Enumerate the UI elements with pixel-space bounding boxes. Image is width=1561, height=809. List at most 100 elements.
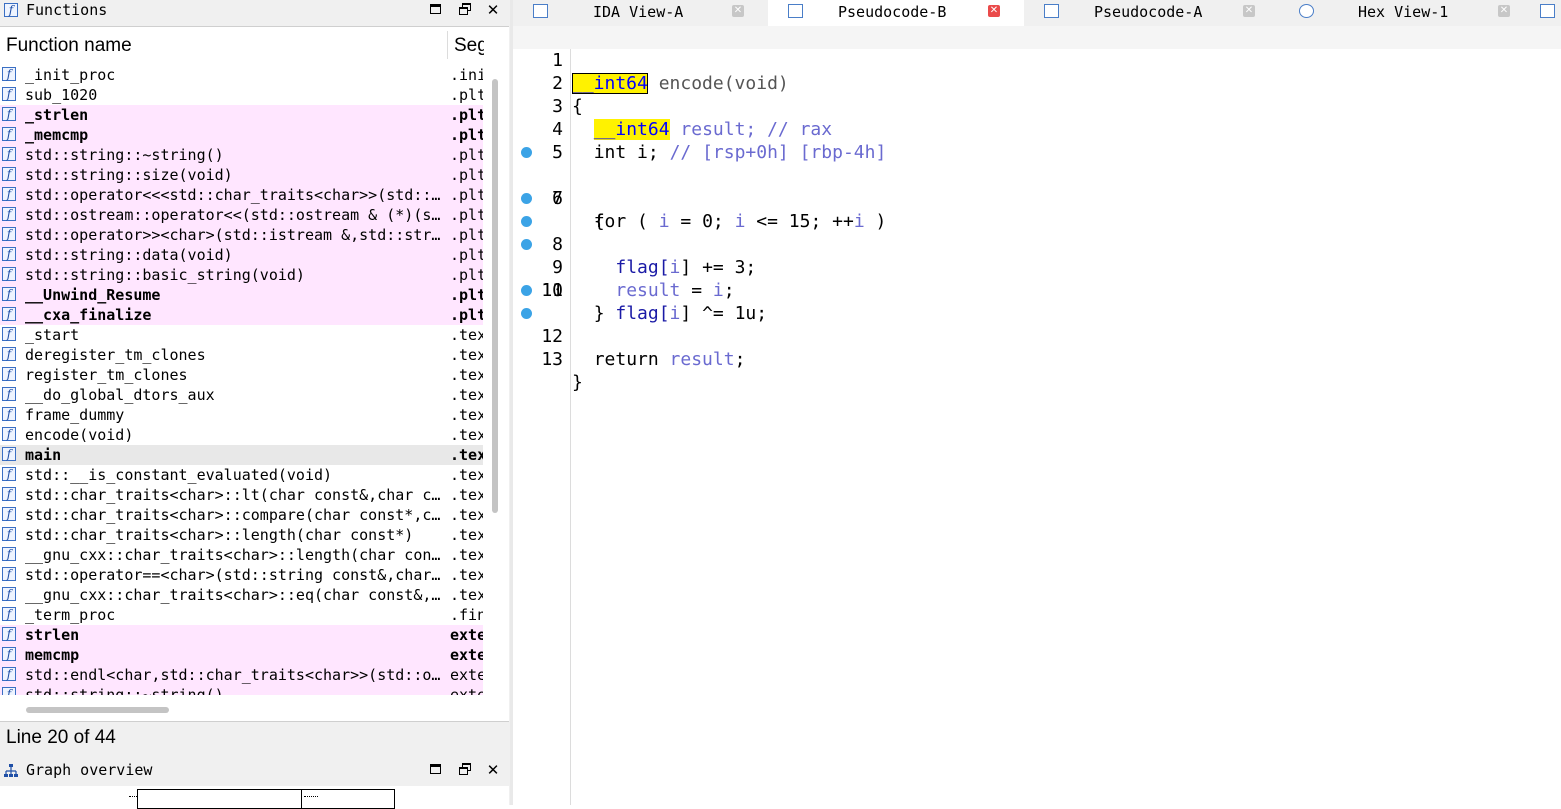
pseudocode-icon — [1044, 4, 1059, 18]
tab-hex-view-1[interactable]: Hex View-1 ✕ — [1279, 0, 1534, 26]
function-segment: .text — [450, 566, 483, 584]
code-line[interactable]: 11 } — [513, 256, 1561, 324]
code-line[interactable]: 3 __int64 result; // rax — [513, 72, 1561, 140]
function-row[interactable]: f _start .text — [0, 325, 483, 345]
function-row[interactable]: f std::char_traits<char>::lt(char const&,… — [0, 485, 483, 505]
line-number: 13 — [541, 349, 563, 370]
function-icon: f — [2, 687, 16, 695]
function-icon: f — [2, 207, 16, 221]
function-row[interactable]: f __do_global_dtors_aux .text — [0, 385, 483, 405]
function-row[interactable]: f __gnu_cxx::char_traits<char>::length(ch… — [0, 545, 483, 565]
code-line[interactable]: 7 { — [513, 164, 1561, 232]
tab-close-icon[interactable]: ✕ — [988, 5, 1000, 17]
breakpoint-dot[interactable] — [521, 193, 532, 204]
function-row[interactable]: f __cxa_finalize .plt — [0, 305, 483, 325]
function-row[interactable]: f std::string::~string() extern — [0, 685, 483, 695]
column-divider[interactable] — [447, 31, 448, 59]
code-line[interactable]: 1 __int64 encode(void) — [513, 26, 1561, 94]
close-button[interactable]: ✕ — [484, 1, 502, 19]
function-row[interactable]: f _init_proc .init — [0, 65, 483, 85]
function-segment: .plt — [450, 86, 483, 104]
tab-pseudocode-b[interactable]: Pseudocode-B ✕ — [768, 0, 1024, 26]
function-segment: .text — [450, 366, 483, 384]
function-icon: f — [2, 387, 16, 401]
function-row[interactable]: fmain .text — [0, 445, 483, 465]
function-row[interactable]: f std::ostream::operator<<(std::ostream &… — [0, 205, 483, 225]
function-row[interactable]: f sub_1020 .plt — [0, 85, 483, 105]
breakpoint-dot[interactable] — [521, 285, 532, 296]
tab-close-icon[interactable]: ✕ — [1243, 5, 1255, 17]
breakpoint-dot[interactable] — [521, 308, 532, 319]
function-name: main — [25, 446, 62, 464]
function-row[interactable]: f std::__is_constant_evaluated(void) .text — [0, 465, 483, 485]
tab-overflow[interactable] — [1534, 0, 1561, 26]
code-line[interactable]: 6 for ( i = 0; i <= 15; ++i ) — [513, 141, 1561, 232]
function-row[interactable]: f register_tm_clones .text — [0, 365, 483, 385]
maximize-button[interactable] — [427, 1, 445, 19]
function-icon: f — [2, 427, 16, 441]
code-line[interactable]: 5 — [513, 118, 1561, 163]
code-line[interactable]: 13 } — [513, 302, 1561, 393]
function-segment: .text — [450, 486, 483, 504]
horizontal-scrollbar[interactable] — [26, 707, 169, 713]
graph-maximize-button[interactable] — [427, 761, 445, 779]
function-row[interactable]: f std::operator==<char>(std::string const… — [0, 565, 483, 585]
function-row[interactable]: f _term_proc .fini — [0, 605, 483, 625]
graph-overview-title-bar[interactable]: Graph overview ✕ — [0, 760, 510, 782]
function-name: std::string::data(void) — [25, 246, 233, 264]
function-icon: f — [2, 67, 16, 81]
graph-overview-canvas[interactable] — [0, 786, 509, 809]
close-icon: ✕ — [486, 761, 500, 779]
function-icon: f — [2, 447, 16, 461]
function-row[interactable]: f std::string::basic_string(void) .plt — [0, 265, 483, 285]
function-row[interactable]: f _strlen .plt — [0, 105, 483, 125]
function-row[interactable]: f std::string::data(void) .plt — [0, 245, 483, 265]
function-name: std::ostream::operator<<(std::ostream & … — [25, 206, 443, 224]
code-line[interactable]: 4 int i; // [rsp+0h] [rbp-4h] — [513, 95, 1561, 163]
function-row[interactable]: f std::operator<<<std::char_traits<char>>… — [0, 185, 483, 205]
function-segment: .plt — [450, 306, 483, 324]
breakpoint-dot[interactable] — [521, 239, 532, 250]
graph-close-button[interactable]: ✕ — [484, 761, 502, 779]
tab-close-icon[interactable]: ✕ — [1498, 5, 1510, 17]
function-name: _term_proc — [25, 606, 116, 624]
function-row[interactable]: f std::string::~string() .plt — [0, 145, 483, 165]
functions-list: Function name Segment f_init_proc.initfs… — [0, 26, 509, 722]
function-icon: f — [2, 647, 16, 661]
function-row[interactable]: f std::operator>><char>(std::istream &,st… — [0, 225, 483, 245]
function-icon: f — [2, 347, 16, 361]
graph-restore-button[interactable] — [457, 761, 475, 779]
restore-button[interactable] — [457, 1, 475, 19]
tab-close-icon[interactable]: ✕ — [732, 5, 744, 17]
function-segment: .plt — [450, 266, 483, 284]
pseudocode-view[interactable]: 1 __int64 encode(void) 2 { 3 __int64 res… — [513, 26, 1561, 805]
function-row[interactable]: f __gnu_cxx::char_traits<char>::eq(char c… — [0, 585, 483, 605]
function-row[interactable]: fmemcmp extern — [0, 645, 483, 665]
breakpoint-dot[interactable] — [521, 147, 532, 158]
code-line[interactable]: 2 { — [513, 49, 1561, 117]
function-row[interactable]: f __Unwind_Resume .plt — [0, 285, 483, 305]
tab-ida-view-a[interactable]: IDA View-A ✕ — [513, 0, 768, 26]
function-row[interactable]: f _memcmp .plt — [0, 125, 483, 145]
code-line[interactable]: 12 return result; — [513, 279, 1561, 370]
function-row[interactable]: f std::endl<char,std::char_traits<char>>(… — [0, 665, 483, 685]
code-line[interactable]: 9 result = i; — [513, 210, 1561, 301]
tab-pseudocode-a[interactable]: Pseudocode-A ✕ — [1024, 0, 1279, 26]
breakpoint-dot[interactable] — [521, 216, 532, 227]
function-row[interactable]: f deregister_tm_clones .text — [0, 345, 483, 365]
function-icon: f — [2, 627, 16, 641]
code-line[interactable]: 8 flag[i] += 3; — [513, 187, 1561, 278]
function-row[interactable]: f encode(void) .text — [0, 425, 483, 445]
function-icon: f — [2, 507, 16, 521]
column-header-segment[interactable]: Segment — [454, 35, 484, 57]
function-name: encode(void) — [25, 426, 134, 444]
function-row[interactable]: f frame_dummy .text — [0, 405, 483, 425]
column-header-function-name[interactable]: Function name — [6, 35, 132, 57]
function-row[interactable]: f std::string::size(void) .plt — [0, 165, 483, 185]
code-line[interactable]: 10 flag[i] ^= 1u; — [513, 233, 1561, 324]
functions-title-bar[interactable]: f Functions ✕ — [0, 0, 510, 22]
vertical-scrollbar[interactable] — [492, 79, 498, 513]
function-row[interactable]: f std::char_traits<char>::compare(char co… — [0, 505, 483, 525]
function-row[interactable]: f std::char_traits<char>::length(char con… — [0, 525, 483, 545]
function-row[interactable]: fstrlen extern — [0, 625, 483, 645]
